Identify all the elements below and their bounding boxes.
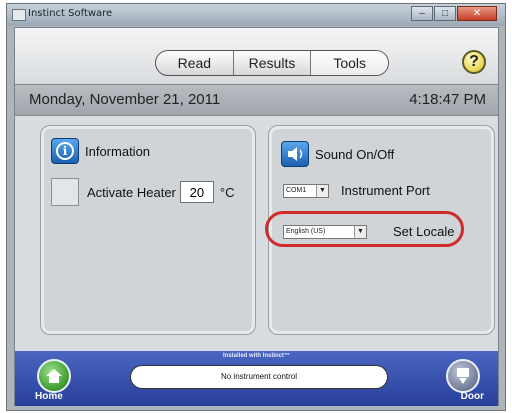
heater-temperature-input[interactable]: 20 [179, 181, 214, 203]
tab-read[interactable]: Read [156, 51, 234, 75]
left-settings-panel: i Information Activate Heater 20 °C [40, 125, 256, 335]
activate-heater-checkbox[interactable] [51, 178, 79, 206]
heater-row: Activate Heater 20 °C [51, 178, 234, 206]
door-button[interactable] [446, 359, 480, 393]
sound-toggle-label: Sound On/Off [315, 146, 395, 162]
bottom-bar: Installed with Instinct™ Home No instrum… [15, 351, 498, 406]
door-label: Door [460, 391, 484, 402]
help-button[interactable]: ? [462, 50, 486, 74]
maximize-button[interactable]: □ [434, 6, 456, 21]
title-bar: Instinct Software – □ ✕ [7, 4, 505, 26]
app-icon [12, 9, 26, 21]
tab-group: Read Results Tools [155, 50, 389, 76]
information-row[interactable]: i Information [51, 138, 150, 164]
home-button[interactable] [37, 359, 71, 393]
instrument-port-select[interactable]: COM1 ▼ [283, 183, 329, 198]
activate-heater-label: Activate Heater [87, 184, 176, 200]
close-button[interactable]: ✕ [457, 6, 497, 21]
instrument-port-value: COM1 [286, 186, 307, 194]
information-icon[interactable]: i [51, 138, 79, 164]
sound-row[interactable]: Sound On/Off [281, 141, 394, 167]
instrument-port-label: Instrument Port [341, 183, 430, 198]
information-label: Information [85, 143, 151, 159]
app-window: Instinct Software – □ ✕ Read Results Too… [6, 3, 506, 411]
window-title: Instinct Software [28, 8, 113, 19]
speaker-glyph [288, 147, 303, 161]
minimize-button[interactable]: – [411, 6, 433, 21]
current-date: Monday, November 21, 2011 [29, 91, 221, 108]
temperature-unit: °C [219, 184, 235, 200]
info-glyph: i [56, 142, 74, 160]
set-locale-highlight [265, 211, 464, 247]
tab-tools[interactable]: Tools [311, 51, 388, 75]
home-icon [46, 369, 62, 383]
window-controls: – □ ✕ [410, 6, 497, 22]
chevron-down-icon: ▼ [316, 184, 328, 197]
speaker-icon[interactable] [281, 141, 309, 167]
door-icon [457, 368, 469, 384]
home-label: Home [35, 391, 63, 402]
date-time-bar: Monday, November 21, 2011 4:18:47 PM [15, 84, 498, 116]
installed-with-text: Installed with Instinct™ [222, 353, 290, 359]
tab-bar: Read Results Tools ? [15, 28, 498, 84]
current-time: 4:18:47 PM [409, 91, 486, 108]
instrument-status: No instrument control [130, 365, 388, 389]
instrument-port-row: COM1 ▼ Instrument Port [283, 183, 430, 198]
tab-results[interactable]: Results [234, 51, 312, 75]
